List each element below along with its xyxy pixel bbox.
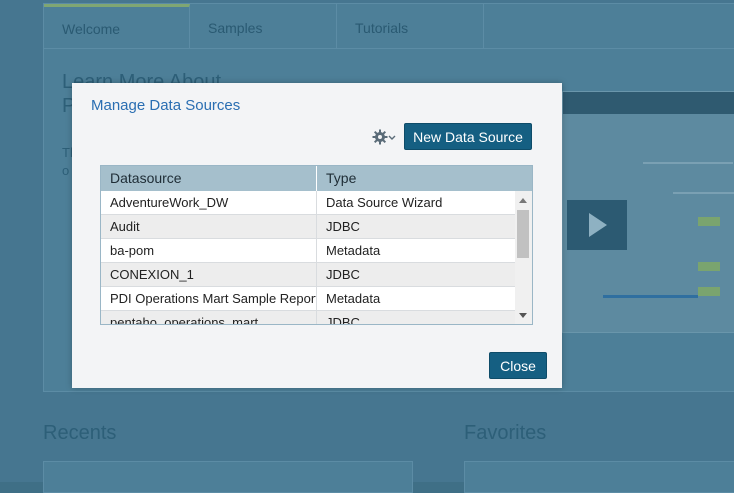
table-body: AdventureWork_DW Data Source Wizard Audi… [101, 191, 515, 324]
datasource-cell: ba-pom [101, 239, 317, 262]
manage-data-sources-dialog: Manage Data Sources New Data Source Data… [72, 83, 562, 388]
table-row[interactable]: AdventureWork_DW Data Source Wizard [101, 191, 515, 215]
recents-title: Recents [43, 422, 117, 444]
thumbnail-cell [698, 262, 720, 271]
thumbnail-cell [698, 287, 720, 296]
tab-tutorials[interactable]: Tutorials [337, 4, 484, 48]
scroll-up-icon[interactable] [519, 198, 527, 203]
thumbnail-line [643, 162, 733, 164]
datasource-cell: Audit [101, 215, 317, 238]
table-row[interactable]: ba-pom Metadata [101, 239, 515, 263]
tab-welcome[interactable]: Welcome [44, 4, 190, 48]
type-cell: JDBC [326, 219, 360, 234]
play-icon [567, 200, 627, 250]
tab-bar: Welcome Samples Tutorials [44, 4, 734, 49]
type-cell: Data Source Wizard [326, 195, 443, 210]
type-cell: JDBC [326, 315, 360, 324]
column-header-type[interactable]: Type [317, 166, 532, 191]
scroll-down-icon[interactable] [519, 313, 527, 318]
table-row[interactable]: CONEXION_1 JDBC [101, 263, 515, 287]
table-row[interactable]: Audit JDBC [101, 215, 515, 239]
thumbnail-cell [698, 217, 720, 226]
type-cell: Metadata [326, 291, 381, 306]
type-cell: Metadata [326, 243, 381, 258]
type-cell: JDBC [326, 267, 360, 282]
hero-video-thumbnail[interactable] [562, 91, 734, 333]
datasource-table: Datasource Type AdventureWork_DW Data So… [100, 165, 533, 325]
close-button[interactable]: Close [489, 352, 547, 379]
gear-icon [372, 129, 396, 145]
tab-samples[interactable]: Samples [190, 4, 337, 48]
table-scrollbar[interactable] [515, 191, 532, 324]
datasource-cell: pentaho_operations_mart [101, 311, 317, 324]
column-header-datasource[interactable]: Datasource [101, 166, 317, 191]
favorites-panel [464, 461, 734, 493]
scroll-thumb[interactable] [517, 210, 529, 258]
dialog-title: Manage Data Sources [91, 97, 241, 114]
gear-menu-button[interactable] [372, 127, 396, 147]
table-header: Datasource Type [101, 166, 532, 191]
table-row[interactable]: pentaho_operations_mart JDBC [101, 311, 515, 324]
new-data-source-button[interactable]: New Data Source [404, 123, 532, 150]
favorites-title: Favorites [464, 422, 547, 444]
table-row[interactable]: PDI Operations Mart Sample Reports Metad… [101, 287, 515, 311]
datasource-cell: CONEXION_1 [101, 263, 317, 286]
datasource-cell: PDI Operations Mart Sample Reports [101, 287, 317, 310]
thumbnail-progress [603, 295, 698, 298]
thumbnail-line [673, 192, 734, 194]
datasource-cell: AdventureWork_DW [101, 191, 317, 214]
thumbnail-topbar [563, 92, 734, 114]
recents-panel [43, 461, 413, 493]
chevron-down-icon [388, 135, 396, 140]
